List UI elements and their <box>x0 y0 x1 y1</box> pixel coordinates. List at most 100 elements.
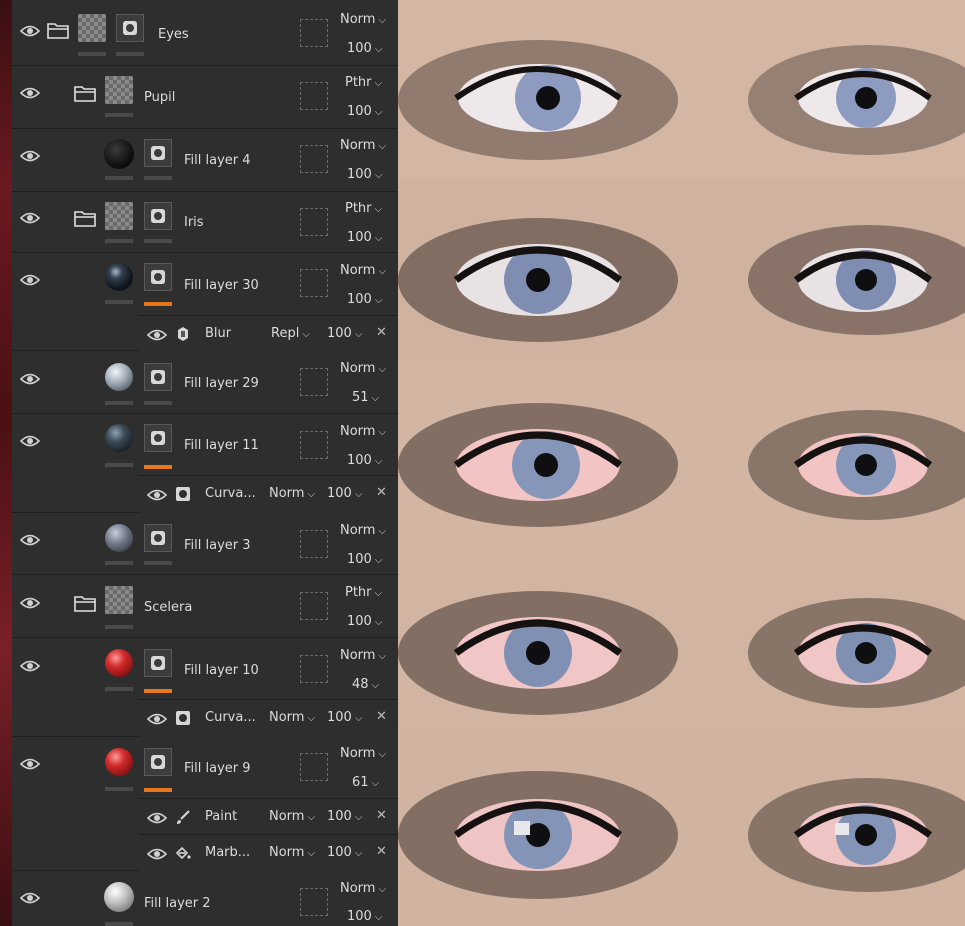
geometry-mask-slot[interactable] <box>300 368 328 396</box>
layer-row-fill-layer-3[interactable]: Fill layer 3 Norm ⌵ 100 ⌵ <box>12 513 398 575</box>
eye-visibility-icon[interactable] <box>20 24 40 38</box>
layer-row-fill-layer-11[interactable]: Fill layer 11 Norm ⌵ 100 ⌵ Curva... Norm ⌵ … <box>12 414 398 513</box>
layer-row-fill-layer-4[interactable]: Fill layer 4 Norm ⌵ 100 ⌵ <box>12 129 398 192</box>
blend-mode-dropdown[interactable]: Norm ⌵ <box>340 648 386 663</box>
blend-mode-dropdown[interactable]: Repl ⌵ <box>271 326 310 341</box>
blend-mode-dropdown[interactable]: Norm ⌵ <box>340 424 386 439</box>
opacity-dropdown[interactable]: 48 ⌵ <box>352 677 379 692</box>
opacity-dropdown[interactable]: 100 ⌵ <box>347 104 382 119</box>
opacity-dropdown[interactable]: 100 ⌵ <box>347 292 382 307</box>
geometry-mask-slot[interactable] <box>300 530 328 558</box>
eye-visibility-icon[interactable] <box>20 891 40 905</box>
layer-row-scelera[interactable]: Scelera Pthr ⌵ 100 ⌵ <box>12 575 398 638</box>
folder-icon[interactable] <box>74 594 96 612</box>
opacity-dropdown[interactable]: 100 ⌵ <box>327 809 362 824</box>
mask-thumbnail[interactable] <box>144 424 172 452</box>
eye-visibility-icon[interactable] <box>20 86 40 100</box>
effect-name[interactable]: Marb... <box>205 845 250 860</box>
eye-visibility-icon[interactable] <box>20 533 40 547</box>
effect-row-paint[interactable]: Paint Norm ⌵ 100 ⌵ ✕ <box>139 798 398 834</box>
effect-name[interactable]: Curva... <box>205 486 256 501</box>
effect-row-curvature[interactable]: Curva... Norm ⌵ 100 ⌵ ✕ <box>139 475 398 513</box>
blend-mode-dropdown[interactable]: Norm ⌵ <box>269 809 315 824</box>
mask-thumbnail[interactable] <box>144 139 172 167</box>
effect-row-marble[interactable]: Marb... Norm ⌵ 100 ⌵ ✕ <box>139 834 398 871</box>
opacity-dropdown[interactable]: 100 ⌵ <box>327 845 362 860</box>
close-icon[interactable]: ✕ <box>376 844 387 859</box>
layer-name[interactable]: Fill layer 2 <box>144 896 211 911</box>
opacity-dropdown[interactable]: 100 ⌵ <box>347 909 382 924</box>
folder-icon[interactable] <box>74 209 96 227</box>
geometry-mask-slot[interactable] <box>300 753 328 781</box>
opacity-dropdown[interactable]: 100 ⌵ <box>347 453 382 468</box>
blend-mode-dropdown[interactable]: Norm ⌵ <box>340 881 386 896</box>
geometry-mask-slot[interactable] <box>300 888 328 916</box>
blend-mode-dropdown[interactable]: Norm ⌵ <box>269 486 315 501</box>
geometry-mask-slot[interactable] <box>300 592 328 620</box>
mask-thumbnail[interactable] <box>144 363 172 391</box>
eye-visibility-icon[interactable] <box>20 434 40 448</box>
opacity-dropdown[interactable]: 100 ⌵ <box>347 41 382 56</box>
layer-row-fill-layer-29[interactable]: Fill layer 29 Norm ⌵ 51 ⌵ <box>12 351 398 414</box>
eye-visibility-icon[interactable] <box>20 211 40 225</box>
opacity-dropdown[interactable]: 51 ⌵ <box>352 390 379 405</box>
viewport-render-5[interactable] <box>398 727 965 926</box>
mask-thumbnail[interactable] <box>144 748 172 776</box>
folder-icon[interactable] <box>74 84 96 102</box>
eye-visibility-icon[interactable] <box>147 847 167 861</box>
effect-row-curvature[interactable]: Curva... Norm ⌵ 100 ⌵ ✕ <box>139 699 398 737</box>
layer-row-fill-layer-9[interactable]: Fill layer 9 Norm ⌵ 61 ⌵ Paint Norm ⌵ 100 ⌵ … <box>12 737 398 871</box>
geometry-mask-slot[interactable] <box>300 431 328 459</box>
viewport-render-3[interactable] <box>398 360 965 543</box>
eye-visibility-icon[interactable] <box>20 757 40 771</box>
opacity-dropdown[interactable]: 100 ⌵ <box>347 614 382 629</box>
close-icon[interactable]: ✕ <box>376 325 387 340</box>
viewport-render-1[interactable] <box>398 0 965 180</box>
blend-mode-dropdown[interactable]: Pthr ⌵ <box>345 585 382 600</box>
effect-row-blur[interactable]: Blur Repl ⌵ 100 ⌵ ✕ <box>139 315 398 351</box>
close-icon[interactable]: ✕ <box>376 808 387 823</box>
layer-name[interactable]: Fill layer 29 <box>184 376 259 391</box>
layer-row-fill-layer-10[interactable]: Fill layer 10 Norm ⌵ 48 ⌵ Curva... Norm ⌵ 1… <box>12 638 398 737</box>
effect-name[interactable]: Paint <box>205 809 237 824</box>
geometry-mask-slot[interactable] <box>300 145 328 173</box>
close-icon[interactable]: ✕ <box>376 485 387 500</box>
geometry-mask-slot[interactable] <box>300 19 328 47</box>
layer-name[interactable]: Fill layer 30 <box>184 278 259 293</box>
blend-mode-dropdown[interactable]: Norm ⌵ <box>269 710 315 725</box>
eye-visibility-icon[interactable] <box>20 659 40 673</box>
eye-visibility-icon[interactable] <box>147 811 167 825</box>
eye-visibility-icon[interactable] <box>20 372 40 386</box>
blend-mode-dropdown[interactable]: Norm ⌵ <box>340 138 386 153</box>
eye-visibility-icon[interactable] <box>147 328 167 342</box>
blend-mode-dropdown[interactable]: Norm ⌵ <box>340 12 386 27</box>
geometry-mask-slot[interactable] <box>300 208 328 236</box>
opacity-dropdown[interactable]: 100 ⌵ <box>347 230 382 245</box>
blend-mode-dropdown[interactable]: Norm ⌵ <box>340 523 386 538</box>
layer-name[interactable]: Fill layer 4 <box>184 153 251 168</box>
opacity-dropdown[interactable]: 100 ⌵ <box>327 326 362 341</box>
layer-name[interactable]: Pupil <box>144 90 175 105</box>
eye-visibility-icon[interactable] <box>20 149 40 163</box>
layer-row-pupil[interactable]: Pupil Pthr ⌵ 100 ⌵ <box>12 66 398 129</box>
mask-thumbnail[interactable] <box>144 649 172 677</box>
folder-icon[interactable] <box>47 21 69 39</box>
viewport-render-2[interactable] <box>398 180 965 360</box>
eye-visibility-icon[interactable] <box>20 273 40 287</box>
opacity-dropdown[interactable]: 61 ⌵ <box>352 775 379 790</box>
opacity-dropdown[interactable]: 100 ⌵ <box>347 552 382 567</box>
layer-name[interactable]: Fill layer 3 <box>184 538 251 553</box>
geometry-mask-slot[interactable] <box>300 269 328 297</box>
geometry-mask-slot[interactable] <box>300 655 328 683</box>
blend-mode-dropdown[interactable]: Norm ⌵ <box>340 263 386 278</box>
close-icon[interactable]: ✕ <box>376 709 387 724</box>
opacity-dropdown[interactable]: 100 ⌵ <box>327 710 362 725</box>
layer-name[interactable]: Fill layer 9 <box>184 761 251 776</box>
layer-name[interactable]: Fill layer 11 <box>184 438 259 453</box>
blend-mode-dropdown[interactable]: Norm ⌵ <box>340 361 386 376</box>
layer-name[interactable]: Eyes <box>158 27 189 42</box>
blend-mode-dropdown[interactable]: Pthr ⌵ <box>345 75 382 90</box>
layer-row-fill-layer-2[interactable]: Fill layer 2 Norm ⌵ 100 ⌵ <box>12 871 398 926</box>
eye-visibility-icon[interactable] <box>20 596 40 610</box>
effect-name[interactable]: Curva... <box>205 710 256 725</box>
